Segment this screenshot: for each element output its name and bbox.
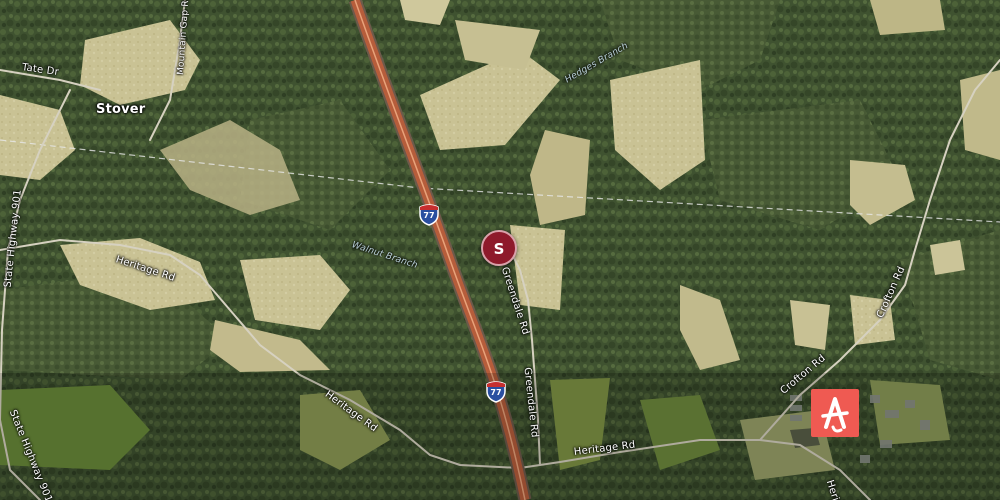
aerial-map[interactable]: Stover Tate Dr Mountain Gap Rd Heritage … <box>0 0 1000 500</box>
site-marker-pin[interactable]: S <box>481 230 517 266</box>
place-label-stover: Stover <box>96 102 146 117</box>
site-marker-label: S <box>493 240 505 258</box>
interstate-shield-number: 77 <box>490 388 502 397</box>
interstate-shield-number: 77 <box>423 211 435 220</box>
brand-logo-icon[interactable] <box>811 389 859 437</box>
interstate-shield-icon: 77 <box>486 381 506 403</box>
interstate-shield-icon: 77 <box>419 204 439 226</box>
